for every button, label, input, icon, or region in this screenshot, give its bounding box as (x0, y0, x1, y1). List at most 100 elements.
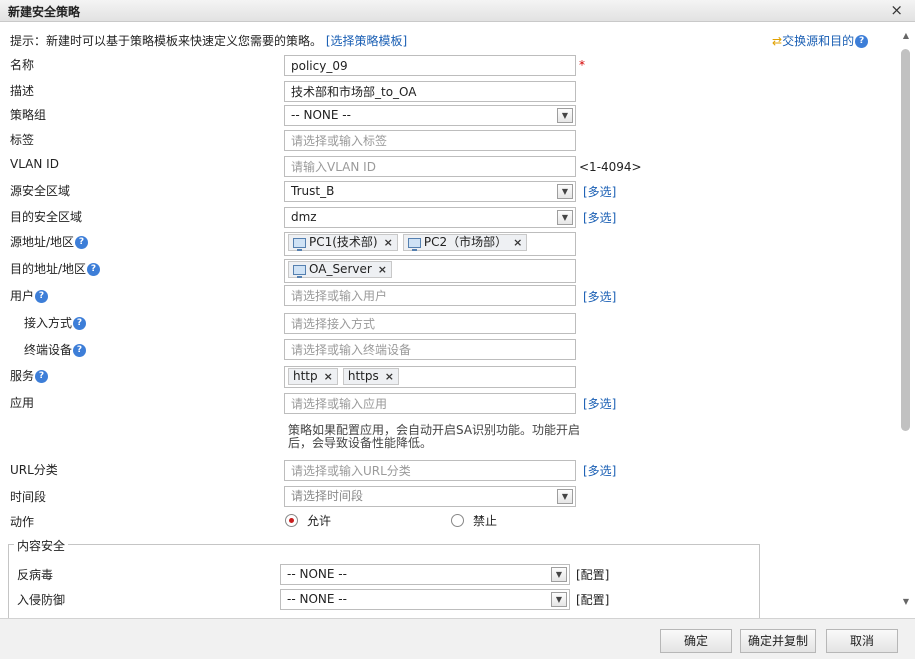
vlan-range-hint: <1-4094> (579, 160, 642, 174)
access-mode-input[interactable] (284, 313, 576, 334)
dst-addr-label: 目的地址/地区? (10, 260, 101, 277)
swap-label: 交换源和目的 (782, 34, 855, 48)
address-tag: PC2（市场部） × (402, 233, 528, 252)
required-mark: * (579, 58, 585, 72)
ips-config-link[interactable]: [配置] (576, 591, 609, 608)
src-zone-multi-link[interactable]: [多选] (583, 183, 616, 200)
src-zone-value: Trust_B (291, 184, 335, 198)
terminal-input[interactable] (284, 339, 576, 360)
policy-group-select[interactable]: -- NONE -- ▼ (284, 105, 576, 126)
dst-addr-input[interactable]: OA_Server × (284, 259, 576, 283)
dst-zone-select[interactable]: dmz ▼ (284, 207, 576, 228)
action-deny-radio[interactable]: 禁止 (451, 512, 497, 529)
name-input[interactable] (284, 55, 576, 76)
user-multi-link[interactable]: [多选] (583, 288, 616, 305)
chevron-down-icon[interactable]: ▼ (557, 184, 573, 199)
antivirus-select[interactable]: -- NONE -- ▼ (280, 564, 570, 585)
action-label: 动作 (10, 515, 35, 529)
swap-src-dst-link[interactable]: ⇄交换源和目的? (772, 32, 869, 49)
hint-text: 提示：新建时可以基于策略模板来快速定义您需要的策略。 (10, 34, 323, 48)
radio-selected-icon (285, 514, 298, 527)
address-tag: OA_Server × (288, 260, 393, 279)
help-icon[interactable]: ? (73, 317, 87, 330)
application-input[interactable] (284, 393, 576, 414)
time-range-select[interactable]: 请选择时间段 ▼ (284, 486, 576, 507)
chevron-down-icon[interactable]: ▼ (551, 592, 567, 607)
remove-tag-icon[interactable]: × (513, 233, 522, 252)
dialog-content: 提示：新建时可以基于策略模板来快速定义您需要的策略。 [选择策略模板] ⇄交换源… (0, 23, 897, 618)
service-label: 服务? (10, 367, 49, 384)
content-security-legend: 内容安全 (14, 537, 69, 554)
description-input[interactable] (284, 81, 576, 102)
radio-unselected-icon (451, 514, 464, 527)
swap-icon: ⇄ (772, 34, 783, 48)
action-allow-radio[interactable]: 允许 (285, 512, 331, 529)
remove-tag-icon[interactable]: × (378, 260, 387, 279)
dst-zone-multi-link[interactable]: [多选] (583, 209, 616, 226)
src-addr-label: 源地址/地区? (10, 233, 89, 250)
ips-value: -- NONE -- (287, 592, 347, 606)
remove-tag-icon[interactable]: × (384, 233, 393, 252)
antivirus-config-link[interactable]: [配置] (576, 566, 609, 583)
vertical-scrollbar[interactable]: ▲ ▼ (897, 23, 915, 618)
chevron-down-icon[interactable]: ▼ (551, 567, 567, 582)
time-range-placeholder: 请选择时间段 (291, 489, 364, 503)
terminal-label: 终端设备? (24, 341, 87, 358)
new-security-policy-dialog: 新建安全策略 × 提示：新建时可以基于策略模板来快速定义您需要的策略。 [选择策… (0, 0, 915, 659)
tag-input[interactable] (284, 130, 576, 151)
computer-icon (293, 264, 306, 278)
antivirus-value: -- NONE -- (287, 567, 347, 581)
time-range-label: 时间段 (10, 490, 47, 504)
user-input[interactable] (284, 285, 576, 306)
name-label: 名称 (10, 58, 35, 72)
help-icon[interactable]: ? (87, 263, 101, 276)
help-icon[interactable]: ? (855, 35, 869, 48)
computer-icon (407, 237, 421, 251)
select-template-link[interactable]: [选择策略模板] (326, 34, 407, 48)
ips-label: 入侵防御 (17, 593, 66, 607)
chevron-down-icon[interactable]: ▼ (557, 108, 573, 123)
close-icon[interactable]: × (890, 1, 903, 19)
help-icon[interactable]: ? (35, 370, 49, 383)
help-icon[interactable]: ? (75, 236, 89, 249)
application-multi-link[interactable]: [多选] (583, 395, 616, 412)
template-hint: 提示：新建时可以基于策略模板来快速定义您需要的策略。 [选择策略模板] (10, 32, 407, 49)
scrollbar-thumb[interactable] (901, 49, 910, 431)
dst-zone-value: dmz (291, 210, 317, 224)
src-addr-input[interactable]: PC1(技术部) × PC2（市场部） × (284, 232, 576, 256)
ok-button[interactable]: 确定 (660, 629, 732, 653)
ips-select[interactable]: -- NONE -- ▼ (280, 589, 570, 610)
remove-tag-icon[interactable]: × (324, 367, 333, 386)
src-zone-label: 源安全区域 (10, 184, 71, 198)
dst-zone-label: 目的安全区域 (10, 210, 83, 224)
src-zone-select[interactable]: Trust_B ▼ (284, 181, 576, 202)
service-tag: https × (342, 367, 399, 386)
application-note: 策略如果配置应用，会自动开启SA识别功能。功能开启后，会导致设备性能降低。 (288, 423, 581, 450)
url-category-multi-link[interactable]: [多选] (583, 462, 616, 479)
antivirus-label: 反病毒 (17, 568, 54, 582)
scroll-up-icon[interactable]: ▲ (897, 29, 915, 43)
scroll-down-icon[interactable]: ▼ (897, 595, 915, 609)
dialog-titlebar: 新建安全策略 × (0, 0, 915, 22)
chevron-down-icon[interactable]: ▼ (557, 489, 573, 504)
access-mode-label: 接入方式? (24, 314, 87, 331)
vlan-input[interactable] (284, 156, 576, 177)
service-tag: http × (288, 368, 338, 385)
dialog-title: 新建安全策略 (8, 5, 81, 19)
url-category-label: URL分类 (10, 463, 58, 477)
application-label: 应用 (10, 396, 35, 410)
dialog-footer: 确定 确定并复制 取消 (0, 618, 915, 659)
description-label: 描述 (10, 84, 35, 98)
policy-group-label: 策略组 (10, 108, 47, 122)
user-label: 用户? (10, 287, 49, 304)
cancel-button[interactable]: 取消 (826, 629, 898, 653)
url-category-input[interactable] (284, 460, 576, 481)
tag-label: 标签 (10, 133, 35, 147)
service-input[interactable]: http × https × (284, 366, 576, 388)
help-icon[interactable]: ? (35, 290, 49, 303)
help-icon[interactable]: ? (73, 344, 87, 357)
remove-tag-icon[interactable]: × (385, 367, 394, 386)
address-tag: PC1(技术部) × (288, 234, 398, 251)
chevron-down-icon[interactable]: ▼ (557, 210, 573, 225)
ok-and-copy-button[interactable]: 确定并复制 (740, 629, 816, 653)
